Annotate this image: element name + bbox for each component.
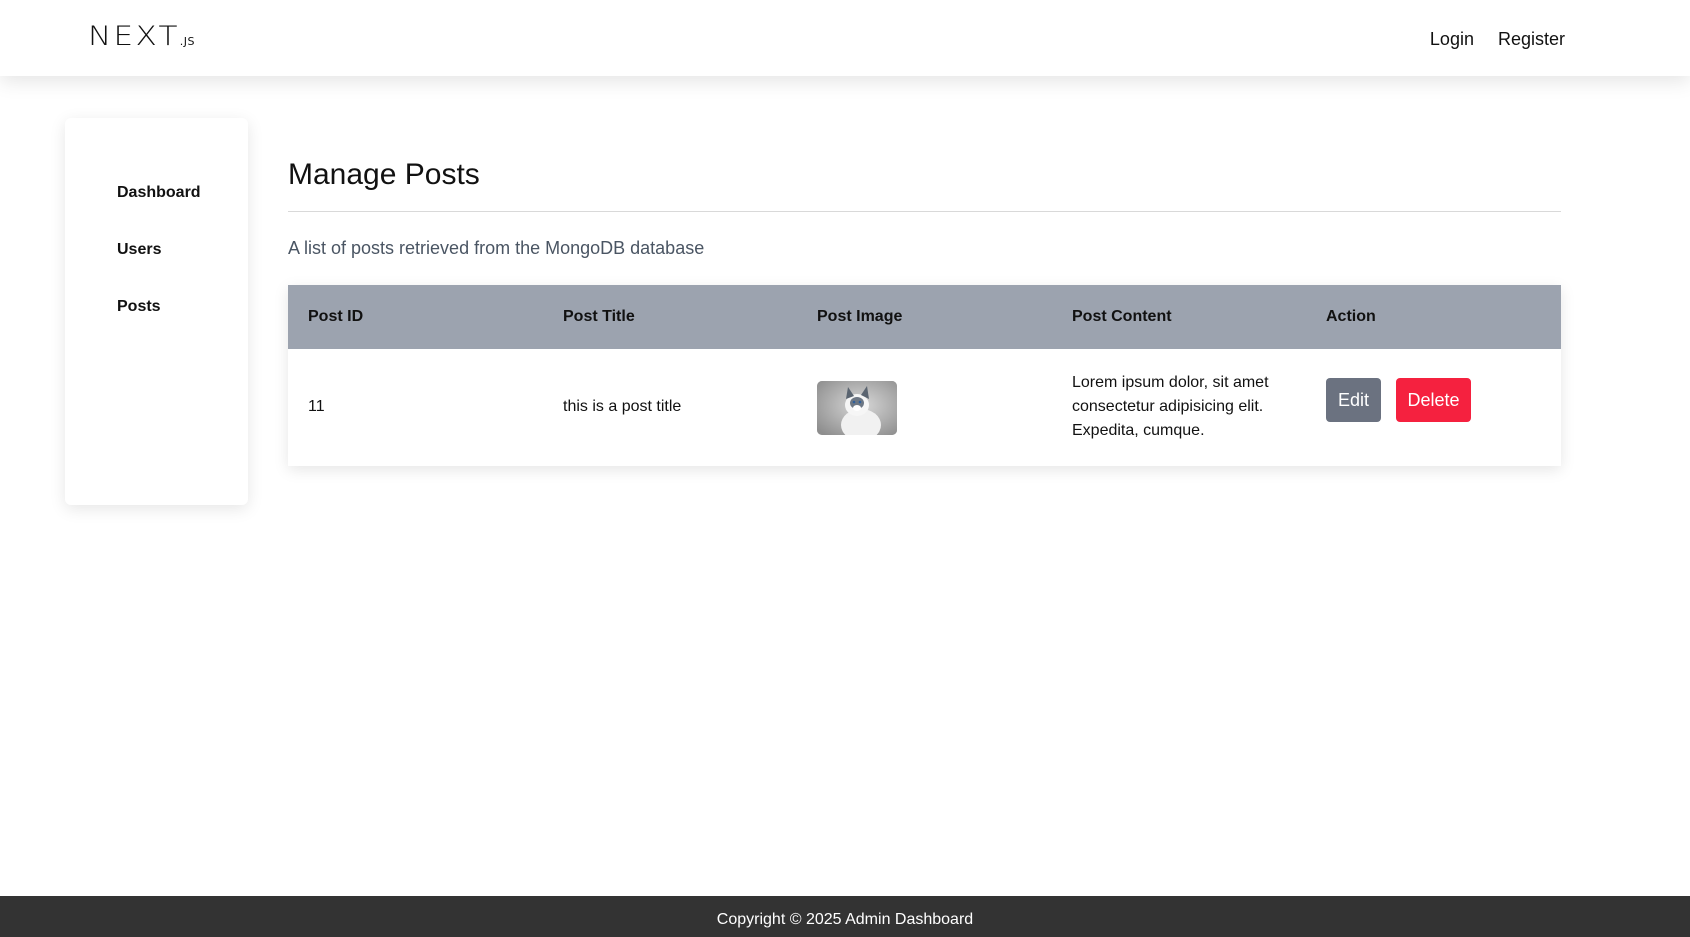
sidebar-item-posts[interactable]: Posts [117,297,161,317]
post-content-line: Lorem ipsum dolor, sit amet [1072,374,1269,391]
posts-table: Post ID Post Title Post Image Post Conte… [288,285,1561,466]
delete-button[interactable]: Delete [1396,378,1471,422]
nextjs-logo[interactable]: NEXT .JS [88,22,195,52]
edit-button[interactable]: Edit [1326,378,1381,422]
post-title-cell: this is a post title [563,398,682,415]
post-image-thumbnail [817,381,897,435]
post-content-line: Expedita, cumque. [1072,422,1205,439]
sidebar-item-users[interactable]: Users [117,240,161,260]
register-link[interactable]: Register [1498,26,1565,52]
post-id-cell: 11 [308,398,325,415]
post-content-cell: Lorem ipsum dolor, sit amet consectetur … [1072,371,1269,443]
table-header: Post ID Post Title Post Image Post Conte… [288,285,1561,349]
page-subtitle: A list of posts retrieved from the Mongo… [288,238,705,258]
logo-wordmark: NEXT [88,21,180,52]
top-navbar: NEXT .JS Login Register [0,0,1690,76]
login-link[interactable]: Login [1430,26,1474,52]
cat-image [817,381,897,435]
footer-copyright: Copyright © 2025 Admin Dashboard [716,911,974,928]
column-header-post-image: Post Image [817,308,903,325]
footer: Copyright © 2025 Admin Dashboard [0,896,1690,937]
table-row: 11 this is a post title Lorem ipsum dolo… [288,349,1561,466]
sidebar-item-dashboard[interactable]: Dashboard [117,183,201,203]
column-header-post-id: Post ID [308,308,364,325]
page-title: Manage Posts [288,158,480,191]
column-header-post-content: Post Content [1072,308,1172,325]
post-content-line: consectetur adipisicing elit. [1072,398,1264,415]
auth-nav: Login Register [1430,26,1565,52]
column-header-post-title: Post Title [563,308,635,325]
logo-suffix: .JS [179,35,196,48]
sidebar: Dashboard Users Posts [65,118,248,505]
title-divider [288,211,1561,212]
column-header-action: Action [1326,308,1376,325]
